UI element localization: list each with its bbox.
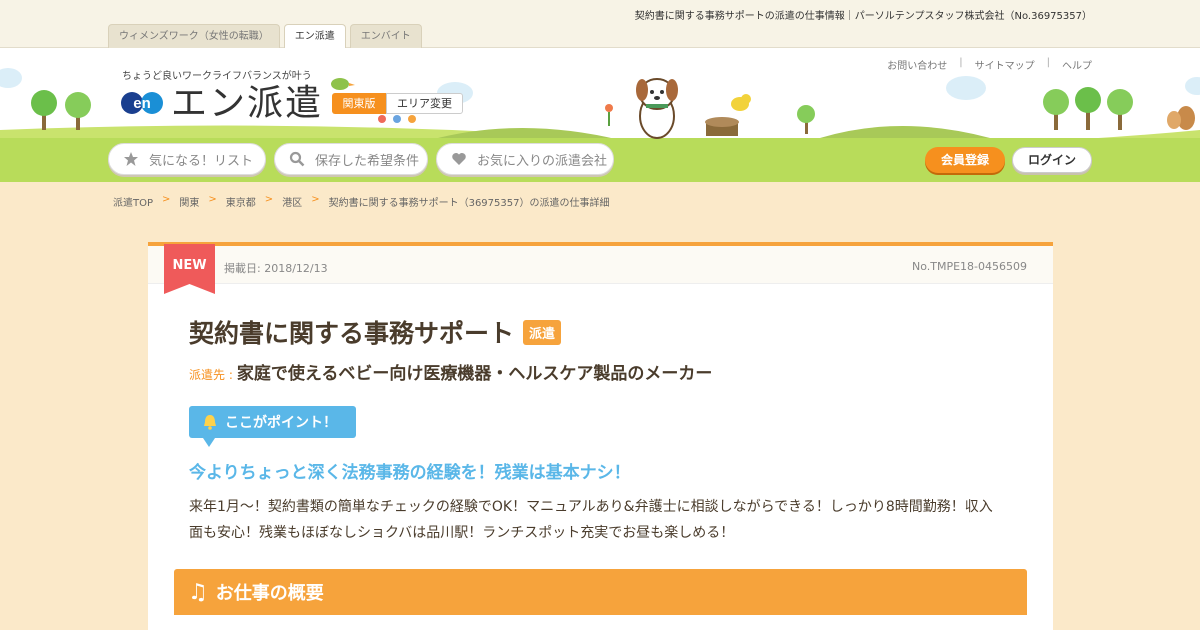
bell-icon [204,415,216,430]
help-link[interactable]: ヘルプ [1062,57,1092,72]
svg-text:en: en [133,95,151,112]
destination-label: 派遣先 : [189,368,233,382]
search-icon [289,151,305,167]
en-logo-mark[interactable]: en [121,91,163,115]
tab-en-haken[interactable]: エン派遣 [283,24,346,49]
utility-links: お問い合わせ | サイトマップ | ヘルプ [887,57,1092,72]
nav-favorite-agencies[interactable]: お気に入りの派遣会社 [436,143,614,175]
breadcrumb-current: 契約書に関する事務サポート（36975357）の派遣の仕事詳細 [328,198,610,209]
job-card: NEW 掲載日: 2018/12/13 No.TMPE18-0456509 契約… [148,242,1053,630]
util-separator: | [1046,57,1050,68]
posted-date: 掲載日: 2018/12/13 [224,262,328,275]
music-note-icon: ♫ [188,579,208,605]
employment-type-badge: 派遣 [523,319,562,345]
contact-link[interactable]: お問い合わせ [887,57,947,72]
site-tabs: ウィメンズワーク（女性の転職） エン派遣 エンバイト [108,24,422,49]
job-number: No.TMPE18-0456509 [911,260,1027,273]
tree-icon [31,90,91,130]
job-description: 来年1月～！契約書類の簡単なチェックの経験でOK！マニュアルあり&弁護士に相談し… [189,499,993,541]
breadcrumb-separator: > [208,194,217,205]
dispatch-destination: 派遣先 : 家庭で使えるベビー向け医療機器・ヘルスケア製品のメーカー [189,359,712,384]
destination-value: 家庭で使えるベビー向け医療機器・ヘルスケア製品のメーカー [236,364,713,384]
page-info-text: 契約書に関する事務サポートの派遣の仕事情報｜パーソルテンプスタッフ株式会社（No… [634,11,1092,22]
breadcrumb: 派遣TOP > 関東 > 東京都 > 港区 > 契約書に関する事務サポート（36… [113,194,609,209]
login-button[interactable]: ログイン [1012,147,1092,173]
site-header: ちょうど良いワークライフバランスが叶う en エン派遣 関東版 エリア変更 お問… [0,48,1200,182]
breadcrumb-item[interactable]: 東京都 [226,194,256,209]
register-button[interactable]: 会員登録 [925,147,1005,173]
breadcrumb-separator: > [162,194,171,205]
job-title: 契約書に関する事務サポート [189,319,515,348]
job-title-row: 契約書に関する事務サポート 派遣 [189,314,562,350]
tab-womens-work[interactable]: ウィメンズワーク（女性の転職） [108,24,280,48]
top-bar: 契約書に関する事務サポートの派遣の仕事情報｜パーソルテンプスタッフ株式会社（No… [0,0,1200,49]
dog-mascot-icon [636,78,678,139]
point-label: ここがポイント！ [189,406,356,447]
section-heading-overview: ♫ お仕事の概要 [174,569,1027,615]
point-label-text: ここがポイント！ [225,415,337,431]
breadcrumb-separator: > [264,194,274,205]
breadcrumb-item[interactable]: 派遣TOP [113,194,153,209]
logo-text[interactable]: エン派遣 [171,74,323,126]
job-card-header: NEW 掲載日: 2018/12/13 No.TMPE18-0456509 [148,244,1053,294]
new-ribbon [164,244,215,294]
nav-label: 保存した希望条件 [315,153,420,169]
section-title: お仕事の概要 [215,583,324,604]
breadcrumb-separator: > [311,194,320,205]
nav-favorites-list[interactable]: 気になる！リスト [108,143,266,175]
region-label: 関東版 [332,93,386,114]
util-separator: | [959,57,963,68]
nav-label: 気になる！リスト [149,153,254,169]
star-icon [124,152,138,166]
nav-label: お気に入りの派遣会社 [477,153,608,169]
catch-copy: 今よりちょっと深く法務事務の経験を！残業は基本ナシ！ [189,463,631,483]
breadcrumb-item[interactable]: 港区 [282,194,302,209]
breadcrumb-item[interactable]: 関東 [179,194,199,209]
area-change-button[interactable]: エリア変更 [386,93,463,114]
heart-icon [452,153,466,165]
nav-saved-conditions[interactable]: 保存した希望条件 [274,143,428,175]
sitemap-link[interactable]: サイトマップ [975,57,1035,72]
tab-en-baito[interactable]: エンバイト [349,24,422,48]
